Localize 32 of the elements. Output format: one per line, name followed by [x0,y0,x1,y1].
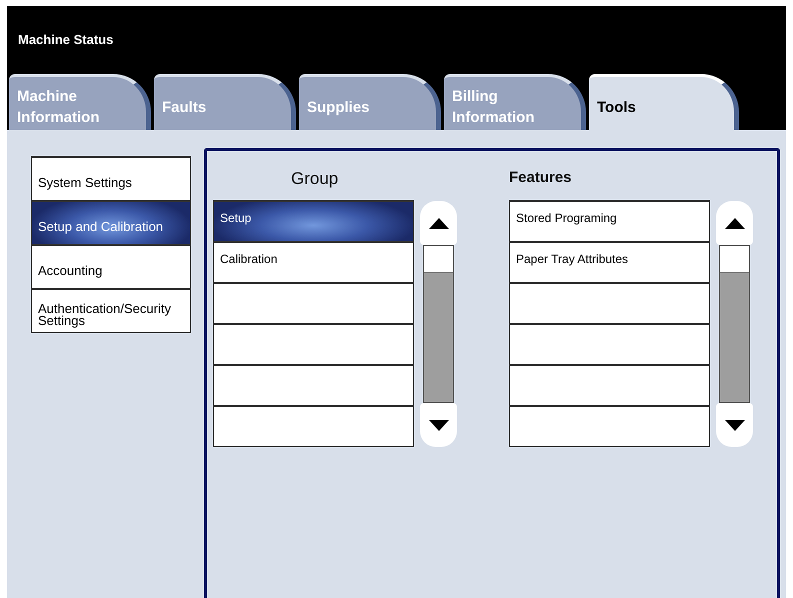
scrollbar-thumb[interactable] [720,246,749,273]
category-item[interactable]: System Settings [31,156,191,201]
empty-list-row[interactable] [509,364,710,406]
empty-list-row[interactable] [213,364,414,406]
down-arrow-icon [428,420,448,430]
empty-list-row[interactable] [509,405,710,447]
scroll-down-button[interactable] [716,403,753,447]
scrollbar-track[interactable] [719,245,750,403]
column-heading: Group [291,168,338,190]
list-item[interactable]: Paper Tray Attributes [509,241,710,283]
list-item[interactable]: Setup [213,200,414,242]
scrollbar-track[interactable] [423,245,454,403]
category-item[interactable]: Authentication/Security Settings [31,288,191,333]
category-item[interactable]: Accounting [31,244,191,289]
column-heading: Features [509,168,572,188]
empty-list-row[interactable] [213,323,414,365]
empty-list-row[interactable] [213,282,414,324]
up-arrow-icon [428,218,448,228]
empty-list-row[interactable] [213,405,414,447]
scrollbar-thumb[interactable] [424,246,453,273]
list-item[interactable]: Calibration [213,241,414,283]
down-arrow-icon [724,420,744,430]
empty-list-row[interactable] [509,323,710,365]
scroll-down-button[interactable] [420,403,457,447]
tab[interactable]: Tools [589,74,739,130]
window-title: Machine Status [18,32,114,47]
list-item[interactable]: Stored Programing [509,200,710,242]
empty-list-row[interactable] [509,282,710,324]
category-item[interactable]: Setup and Calibration [31,200,191,245]
scroll-up-button[interactable] [716,201,753,245]
scroll-up-button[interactable] [420,201,457,245]
up-arrow-icon [724,218,744,228]
